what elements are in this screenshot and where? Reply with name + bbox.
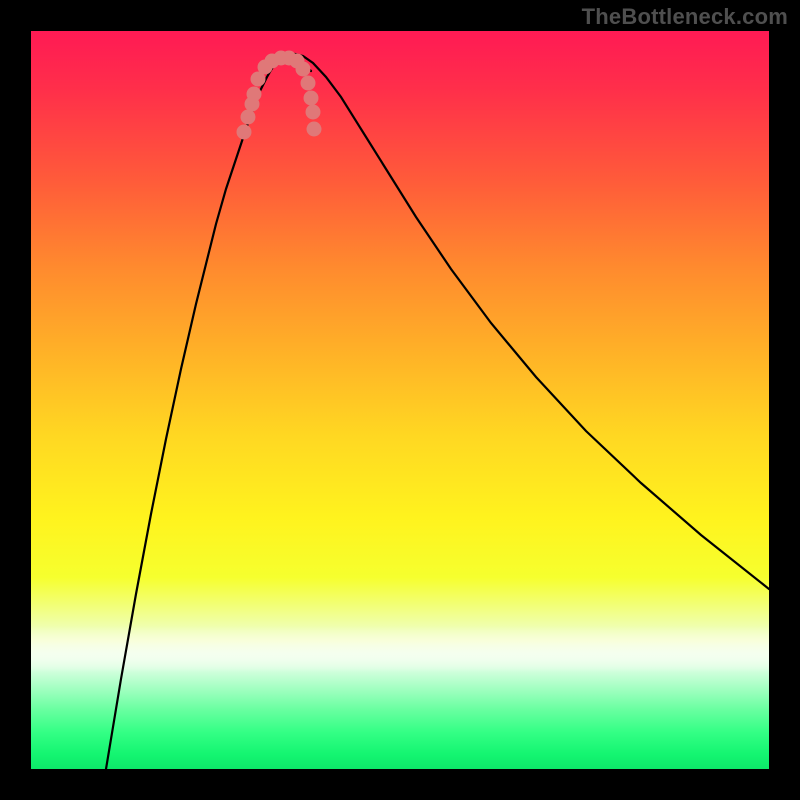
left-curve: [106, 54, 311, 769]
right-curve: [263, 54, 769, 589]
plot-area: [31, 31, 769, 769]
cluster-dot: [296, 62, 311, 77]
cluster-dot: [304, 91, 319, 106]
cluster-dot: [306, 105, 321, 120]
cluster-dot: [307, 122, 322, 137]
cluster-dot: [301, 76, 316, 91]
cluster-dot: [247, 87, 262, 102]
watermark-text: TheBottleneck.com: [582, 4, 788, 30]
cluster-dot: [241, 110, 256, 125]
cluster-dot: [237, 125, 252, 140]
chart-frame: TheBottleneck.com: [0, 0, 800, 800]
dot-cluster: [237, 51, 322, 140]
curve-layer: [31, 31, 769, 769]
